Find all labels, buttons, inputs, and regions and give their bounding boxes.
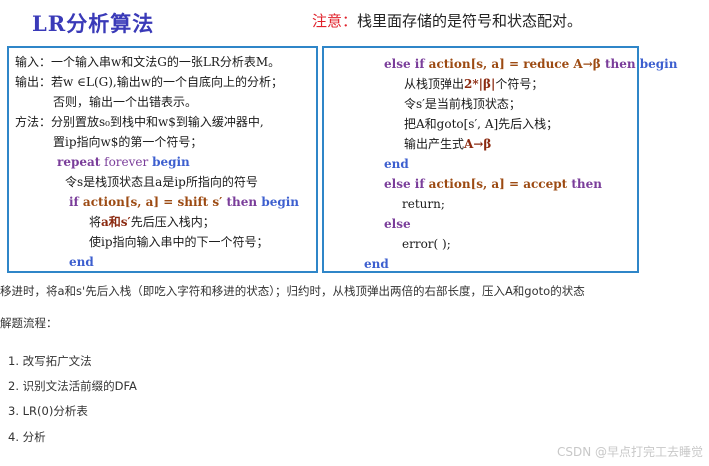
- advance-ip-line: 使ip指向输入串中的下一个符号；: [89, 235, 269, 249]
- repeat-line: repeat forever begin: [57, 154, 190, 170]
- note-text: 栈里面存储的是符号和状态配对。: [357, 12, 583, 30]
- push-symbols: a和s′: [101, 215, 131, 229]
- if-keyword: if: [69, 195, 79, 209]
- then-keyword: then: [600, 57, 640, 71]
- else-if-keyword: else if: [384, 57, 425, 71]
- slide-title: LR分析算法: [32, 11, 155, 36]
- pop-line: 从栈顶弹出2*|β|个符号；: [404, 76, 543, 92]
- error-line: error( );: [402, 237, 451, 251]
- otherwise-line: 否则，输出一个出错表示。: [53, 95, 198, 109]
- return-line: return;: [402, 197, 445, 211]
- algorithm-left-box: 输入：一个输入串w和文法G的一张LR分析表M。 输出：若w ∈L(G),输出w的…: [7, 46, 318, 273]
- step-item: 2. 识别文法活前缀的DFA: [8, 379, 137, 393]
- accept-condition: action[s, a] = accept: [424, 177, 568, 191]
- step-item: 3. LR(0)分析表: [8, 404, 88, 418]
- step-item: 1. 改写拓广文法: [8, 354, 92, 368]
- else-if-keyword-2: else if: [384, 177, 425, 191]
- goto-push-line: 把A和goto[s′, A]先后入栈；: [404, 117, 559, 131]
- then-keyword: then: [222, 195, 262, 209]
- shift-if-line: if action[s, a] = shift s′ then begin: [69, 194, 299, 210]
- arrow-icon-2: →: [473, 137, 484, 151]
- end-keyword-2: end: [364, 257, 389, 271]
- reduce-if-line: else if action[s, a] = reduce A→β then b…: [384, 56, 677, 72]
- algorithm-right-box: else if action[s, a] = reduce A→β then b…: [322, 46, 677, 273]
- output-line: 输出：若w ∈L(G),输出w的一个自底向上的分析；: [15, 75, 283, 89]
- arrow-icon: →: [582, 57, 593, 71]
- output-text: 输出产生式: [404, 137, 465, 151]
- note: 注意：栈里面存储的是符号和状态配对。: [312, 10, 582, 31]
- push-text-a: 将: [89, 215, 102, 229]
- reduce-condition: action[s, a] = reduce A: [424, 57, 583, 71]
- production-rhs: β: [483, 137, 492, 151]
- top-state-line: 令s′是当前栈顶状态；: [404, 97, 521, 111]
- production-lhs: A: [464, 137, 474, 151]
- end-keyword: end: [69, 255, 94, 269]
- else-keyword: else: [384, 217, 411, 231]
- pop-count: 2*|β|: [464, 77, 496, 91]
- ip-init-line: 置ip指向w$的第一个符号；: [53, 135, 203, 149]
- repeat-keyword: repeat: [57, 155, 101, 169]
- state-line: 令s是栈顶状态且a是ip所指向的符号: [65, 175, 258, 189]
- forever-keyword: forever: [100, 155, 153, 169]
- watermark: CSDN @早点打完工去睡觉: [556, 445, 703, 459]
- end-keyword: end: [384, 157, 409, 171]
- output-production-line: 输出产生式A→β: [404, 136, 491, 152]
- begin-keyword: begin: [639, 57, 678, 71]
- then-keyword-2: then: [567, 177, 602, 191]
- pop-text-a: 从栈顶弹出: [404, 77, 465, 91]
- description-text: 移进时，将a和s'先后入栈（即吃入字符和移进的状态）；归约时，从栈顶弹出两倍的右…: [0, 284, 585, 298]
- begin-keyword: begin: [152, 155, 190, 169]
- shift-condition: action[s, a] = shift s′: [78, 195, 223, 209]
- pop-text-c: 个符号；: [495, 77, 544, 91]
- begin-keyword-2: begin: [261, 195, 300, 209]
- push-text-c: 先后压入栈内；: [130, 215, 215, 229]
- method-line: 方法：分别置放s₀到栈中和w$到输入缓冲器中,: [15, 115, 264, 129]
- steps-heading: 解题流程：: [0, 316, 58, 330]
- accept-if-line: else if action[s, a] = accept then: [384, 176, 602, 192]
- push-line: 将a和s′先后压入栈内；: [89, 214, 215, 230]
- beta-symbol: β: [592, 57, 601, 71]
- note-label: 注意：: [312, 12, 358, 30]
- input-line: 输入：一个输入串w和文法G的一张LR分析表M。: [15, 55, 281, 69]
- step-item: 4. 分析: [8, 430, 46, 444]
